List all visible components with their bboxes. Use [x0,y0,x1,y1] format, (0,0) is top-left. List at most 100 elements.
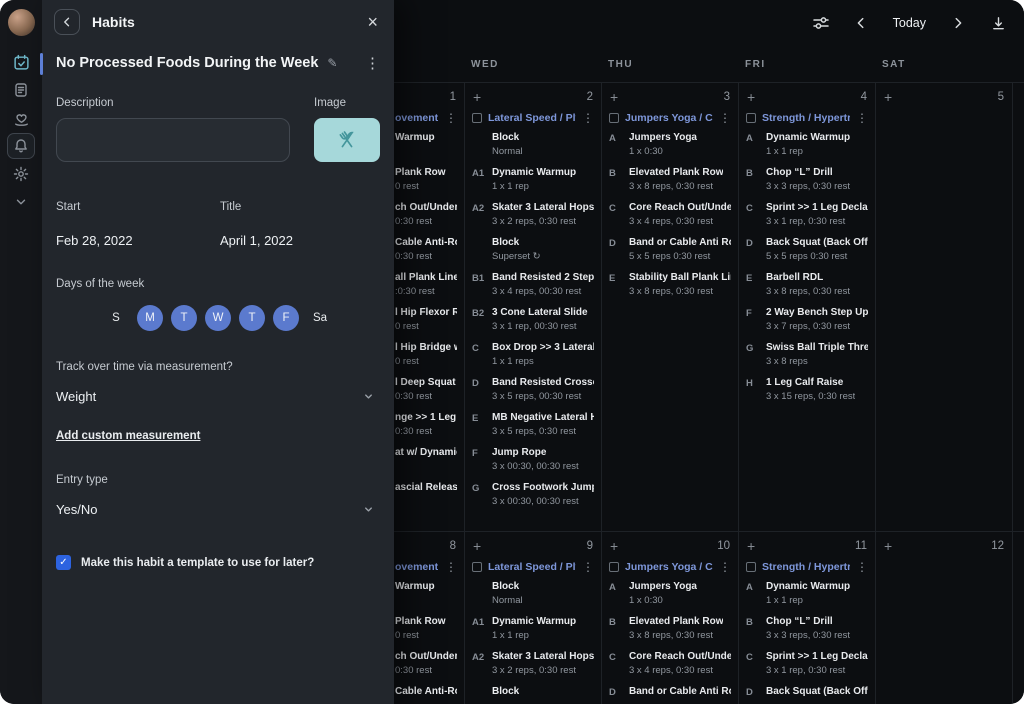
measurement-select[interactable]: Weight [56,389,380,404]
add-workout-button[interactable]: + [884,90,892,104]
day-toggle-4[interactable]: T [239,305,265,331]
workout-title[interactable]: Lateral Speed / Plyo [488,112,576,124]
exercise-item[interactable]: FJump Rope3 x 00:30, 00:30 rest [472,447,594,482]
exercise-item[interactable]: CBox Drop >> 3 Lateral H...1 x 1 reps [472,342,594,377]
start-date-value[interactable]: Feb 28, 2022 [56,233,220,248]
exercise-item[interactable]: BChop “L” Drill3 x 3 reps, 0:30 rest [746,167,868,202]
exercise-item[interactable]: BElevated Plank Row3 x 8 reps, 0:30 rest [609,167,731,202]
template-checkbox-row[interactable]: ✓ Make this habit a template to use for … [56,555,380,570]
workout-menu-icon[interactable]: ⋮ [582,561,594,573]
workout-title[interactable]: ovement Q... [395,561,439,573]
template-checkbox[interactable]: ✓ [56,555,71,570]
workout-menu-icon[interactable]: ⋮ [445,561,457,573]
calendar-cell[interactable]: +10Jumpers Yoga / Core⋮AJumpers Yoga1 x … [602,532,739,704]
close-icon[interactable]: × [367,13,378,31]
exercise-item[interactable]: DBand or Cable Anti Rotati... [609,686,731,704]
add-workout-button[interactable]: + [884,539,892,553]
habit-image-thumbnail[interactable] [314,118,380,162]
workout-checkbox[interactable] [746,562,756,572]
exercise-item[interactable]: AJumpers Yoga1 x 0:30 [609,581,731,616]
calendar-cell[interactable]: +3Jumpers Yoga / Core⋮AJumpers Yoga1 x 0… [602,83,739,531]
workout-title-row[interactable]: Strength / Hypertro... ⋮ [746,560,868,574]
day-toggle-2[interactable]: T [171,305,197,331]
exercise-item[interactable]: CSprint >> 1 Leg Declarations3 x 1 rep, … [746,651,868,686]
sidebar-item-notifications[interactable] [7,133,35,159]
calendar-cell[interactable]: +2Lateral Speed / Plyo⋮BlockNormalA1Dyna… [465,83,602,531]
day-toggle-5[interactable]: F [273,305,299,331]
workout-menu-icon[interactable]: ⋮ [856,112,868,124]
prev-week-button[interactable] [847,9,875,37]
today-button[interactable]: Today [887,9,932,37]
exercise-item[interactable]: CCore Reach Out/Under3 x 4 reps, 0:30 re… [609,202,731,237]
day-toggle-1[interactable]: M [137,305,163,331]
workout-title-row[interactable]: Lateral Speed / Plyo ⋮ [472,111,594,125]
calendar-cell[interactable]: +4Strength / Hypertro...⋮ADynamic Warmup… [739,83,876,531]
exercise-item[interactable]: A1Dynamic Warmup1 x 1 rep [472,616,594,651]
workout-title[interactable]: ovement Q... [395,112,439,124]
day-toggle-6[interactable]: Sa [307,305,333,331]
exercise-item[interactable]: EBarbell RDL3 x 8 reps, 0:30 rest [746,272,868,307]
calendar-cell[interactable]: +12 [876,532,1013,704]
back-button[interactable] [54,9,80,35]
exercise-item[interactable]: A2Skater 3 Lateral Hops >> ...3 x 2 reps… [472,651,594,686]
exercise-item[interactable]: B23 Cone Lateral Slide3 x 1 rep, 00:30 r… [472,307,594,342]
add-workout-button[interactable]: + [473,539,481,553]
workout-title-row[interactable]: Lateral Speed / Plyo ⋮ [472,560,594,574]
calendar-cell[interactable]: +9Lateral Speed / Plyo⋮BlockNormalA1Dyna… [465,532,602,704]
filter-button[interactable] [807,9,835,37]
workout-title[interactable]: Strength / Hypertro... [762,112,850,124]
exercise-item[interactable]: DBack Squat (Back Off Set)5 x 5 reps 0:3… [746,237,868,272]
exercise-item[interactable]: ADynamic Warmup1 x 1 rep [746,132,868,167]
calendar-cell[interactable]: +5 [876,83,1013,531]
add-workout-button[interactable]: + [747,539,755,553]
workout-checkbox[interactable] [609,113,619,123]
exercise-item[interactable]: ADynamic Warmup1 x 1 rep [746,581,868,616]
workout-menu-icon[interactable]: ⋮ [582,112,594,124]
workout-menu-icon[interactable]: ⋮ [719,561,731,573]
add-workout-button[interactable]: + [610,539,618,553]
add-workout-button[interactable]: + [610,90,618,104]
day-toggle-0[interactable]: S [103,305,129,331]
add-workout-button[interactable]: + [473,90,481,104]
end-date-value[interactable]: April 1, 2022 [220,233,293,248]
exercise-item[interactable]: EMB Negative Lateral Hop...3 x 5 reps, 0… [472,412,594,447]
workout-title-row[interactable]: Jumpers Yoga / Core ⋮ [609,560,731,574]
exercise-item[interactable]: DBand Resisted Crossover...3 x 5 reps, 0… [472,377,594,412]
exercise-item[interactable]: BElevated Plank Row3 x 8 reps, 0:30 rest [609,616,731,651]
workout-checkbox[interactable] [472,113,482,123]
workout-menu-icon[interactable]: ⋮ [856,561,868,573]
exercise-item[interactable]: DBack Squat (Back Off Set) [746,686,868,704]
workout-title-row[interactable]: Strength / Hypertro... ⋮ [746,111,868,125]
workout-checkbox[interactable] [609,562,619,572]
workout-menu-icon[interactable]: ⋮ [719,112,731,124]
sidebar-item-programs[interactable] [7,77,35,103]
entry-type-select[interactable]: Yes/No [56,502,380,517]
exercise-item[interactable]: GSwiss Ball Triple Threat3 x 8 reps [746,342,868,377]
workout-checkbox[interactable] [472,562,482,572]
add-custom-measurement-link[interactable]: Add custom measurement [56,430,200,442]
exercise-item[interactable]: AJumpers Yoga1 x 0:30 [609,132,731,167]
exercise-item[interactable]: EStability Ball Plank Linear ...3 x 8 re… [609,272,731,307]
sidebar-item-calendar[interactable] [7,49,35,75]
user-avatar[interactable] [8,9,35,36]
edit-pencil-icon[interactable]: ✎ [327,56,337,70]
workout-title[interactable]: Lateral Speed / Plyo [488,561,576,573]
exercise-item[interactable]: BChop “L” Drill3 x 3 reps, 0:30 rest [746,616,868,651]
exercise-item[interactable]: B1Band Resisted 2 Step Late...3 x 4 reps… [472,272,594,307]
description-input[interactable] [56,118,290,162]
workout-title[interactable]: Jumpers Yoga / Core [625,561,713,573]
workout-menu-icon[interactable]: ⋮ [445,112,457,124]
exercise-item[interactable]: CCore Reach Out/Under3 x 4 reps, 0:30 re… [609,651,731,686]
exercise-item[interactable]: DBand or Cable Anti Rotati...5 x 5 reps … [609,237,731,272]
workout-title[interactable]: Jumpers Yoga / Core [625,112,713,124]
download-button[interactable] [984,9,1012,37]
exercise-item[interactable]: CSprint >> 1 Leg Declarations3 x 1 rep, … [746,202,868,237]
exercise-item[interactable]: H1 Leg Calf Raise3 x 15 reps, 0:30 rest [746,377,868,412]
add-workout-button[interactable]: + [747,90,755,104]
next-week-button[interactable] [944,9,972,37]
exercise-item[interactable]: GCross Footwork Jump Rope3 x 00:30, 00:3… [472,482,594,517]
sidebar-expand-button[interactable] [7,189,35,215]
workout-checkbox[interactable] [746,113,756,123]
workout-title[interactable]: Strength / Hypertro... [762,561,850,573]
calendar-cell[interactable]: +11Strength / Hypertro...⋮ADynamic Warmu… [739,532,876,704]
